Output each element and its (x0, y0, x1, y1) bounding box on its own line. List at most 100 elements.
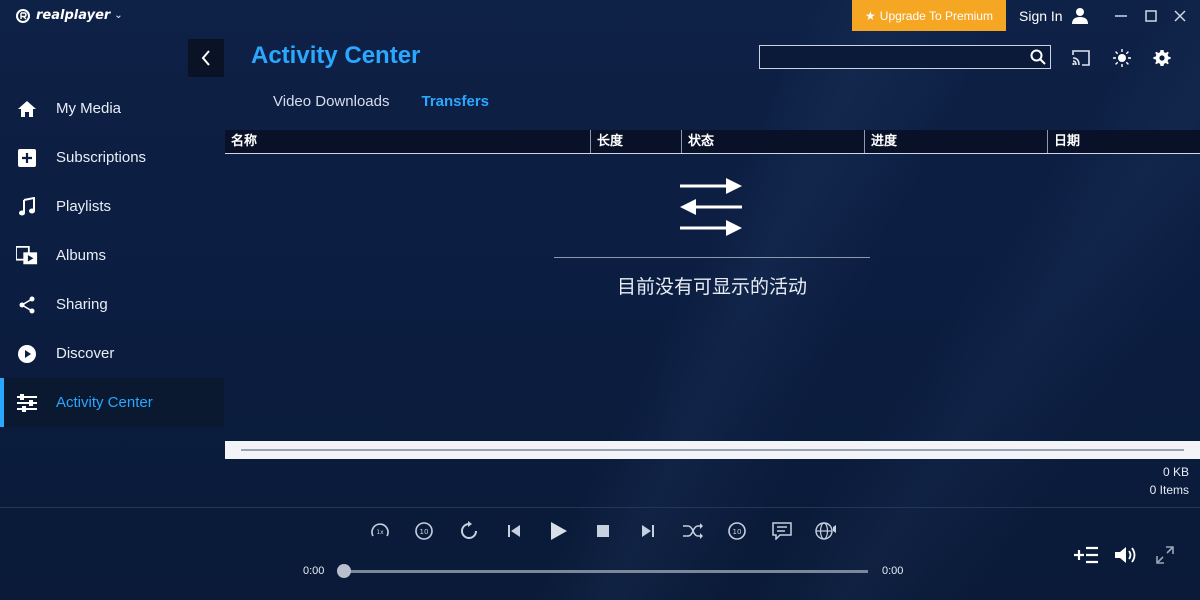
search-input[interactable] (764, 47, 1028, 69)
skip-forward-icon (642, 525, 654, 537)
maximize-icon (1145, 10, 1157, 22)
svg-text:10: 10 (733, 528, 742, 536)
item-count: 0 Items (1149, 483, 1189, 497)
stop-button[interactable] (590, 518, 616, 544)
subtitles-button[interactable] (769, 518, 795, 544)
column-header-name[interactable]: 名称 (225, 130, 590, 153)
sidebar-item-discover[interactable]: Discover (0, 329, 224, 378)
shuffle-icon (683, 523, 703, 539)
column-header-length[interactable]: 长度 (590, 130, 681, 153)
total-size: 0 KB (1162, 465, 1189, 479)
svg-text:10: 10 (420, 528, 429, 536)
repeat-button[interactable] (456, 518, 482, 544)
repeat-icon (461, 521, 477, 539)
page-title: Activity Center (251, 42, 421, 69)
volume-button[interactable] (1112, 543, 1140, 567)
stop-icon (597, 525, 609, 537)
previous-button[interactable] (501, 518, 527, 544)
transfer-arrows-icon (680, 178, 742, 236)
column-header-progress[interactable]: 进度 (864, 130, 1047, 153)
star-icon: ★ (865, 8, 876, 23)
add-to-queue-icon (1074, 546, 1098, 564)
playlist-add-button[interactable] (1072, 543, 1100, 567)
sidebar-item-label: Playlists (56, 198, 112, 215)
rewind-10-button[interactable]: 10 (411, 518, 437, 544)
app-logo[interactable]: realplayer ⌄ (16, 8, 123, 23)
sign-in-button[interactable]: Sign In (1019, 7, 1089, 25)
share-icon (16, 294, 38, 316)
maximize-button[interactable] (1141, 6, 1161, 26)
seek-knob[interactable] (337, 564, 351, 578)
volume-icon (1115, 547, 1136, 563)
sun-icon (1113, 49, 1131, 67)
empty-state-message: 目前没有可显示的活动 (616, 276, 807, 298)
next-button[interactable] (635, 518, 661, 544)
sidebar-item-albums[interactable]: Albums (0, 231, 224, 280)
minimize-icon (1115, 15, 1127, 17)
close-icon (1174, 10, 1186, 22)
seek-bar[interactable] (342, 570, 868, 573)
speed-icon: 1x (371, 523, 389, 537)
play-icon (551, 522, 567, 540)
forward-10-icon: 10 (728, 522, 746, 540)
empty-state-divider (554, 257, 870, 258)
sidebar: My Media Subscriptions Playlists Albums … (0, 84, 224, 427)
playback-speed-button[interactable]: 1x (367, 518, 393, 544)
tab-transfers[interactable]: Transfers (421, 93, 489, 110)
upgrade-button[interactable]: ★ Upgrade To Premium (852, 0, 1006, 31)
search-icon[interactable] (1030, 49, 1046, 69)
play-circle-icon (16, 343, 38, 365)
audio-language-button[interactable] (814, 518, 840, 544)
scrollbar-track[interactable] (241, 449, 1184, 451)
user-icon (1071, 8, 1088, 24)
close-button[interactable] (1170, 6, 1190, 26)
chevron-left-icon (201, 50, 210, 66)
home-icon (16, 98, 38, 120)
cast-icon (1072, 50, 1090, 66)
sidebar-item-label: Sharing (56, 296, 108, 313)
sign-in-label: Sign In (1019, 8, 1063, 24)
horizontal-scrollbar[interactable] (225, 441, 1200, 459)
settings-button[interactable] (1151, 47, 1173, 69)
sidebar-item-label: Albums (56, 247, 107, 264)
sidebar-item-activity-center[interactable]: Activity Center (0, 378, 224, 427)
player-divider (0, 507, 1200, 508)
chevron-down-icon: ⌄ (114, 10, 123, 21)
sidebar-item-label: Discover (56, 345, 115, 362)
brightness-button[interactable] (1111, 47, 1133, 69)
sidebar-item-subscriptions[interactable]: Subscriptions (0, 133, 224, 182)
sidebar-item-label: Subscriptions (56, 149, 147, 166)
sidebar-item-sharing[interactable]: Sharing (0, 280, 224, 329)
search-box[interactable] (759, 45, 1051, 69)
upgrade-label: Upgrade To Premium (879, 8, 993, 23)
sidebar-item-label: Activity Center (56, 394, 153, 411)
tab-video-downloads[interactable]: Video Downloads (273, 93, 389, 110)
sidebar-item-label: My Media (56, 100, 122, 117)
plus-square-icon (16, 147, 38, 169)
forward-10-button[interactable]: 10 (724, 518, 750, 544)
current-time: 0:00 (303, 565, 325, 577)
total-time: 0:00 (882, 565, 904, 577)
minimize-button[interactable] (1111, 6, 1131, 26)
music-note-icon (16, 196, 38, 218)
sliders-icon (16, 392, 38, 414)
shuffle-button[interactable] (680, 518, 706, 544)
column-header-date[interactable]: 日期 (1047, 130, 1200, 153)
sidebar-item-my-media[interactable]: My Media (0, 84, 224, 133)
table-header: 名称 长度 状态 进度 日期 (225, 130, 1200, 154)
play-button[interactable] (545, 518, 571, 544)
svg-text:1x: 1x (376, 529, 384, 536)
column-header-status[interactable]: 状态 (681, 130, 864, 153)
subtitles-icon (772, 522, 792, 540)
back-button[interactable] (188, 39, 224, 77)
cast-button[interactable] (1070, 47, 1092, 69)
rewind-10-icon: 10 (415, 522, 433, 540)
fullscreen-button[interactable] (1151, 543, 1179, 567)
app-logo-text: realplayer (36, 8, 111, 23)
tab-bar: Video Downloads Transfers (273, 93, 489, 110)
gear-icon (1153, 50, 1171, 66)
expand-icon (1156, 546, 1174, 564)
globe-audio-icon (815, 522, 836, 540)
realplayer-logo-icon (16, 8, 30, 23)
sidebar-item-playlists[interactable]: Playlists (0, 182, 224, 231)
